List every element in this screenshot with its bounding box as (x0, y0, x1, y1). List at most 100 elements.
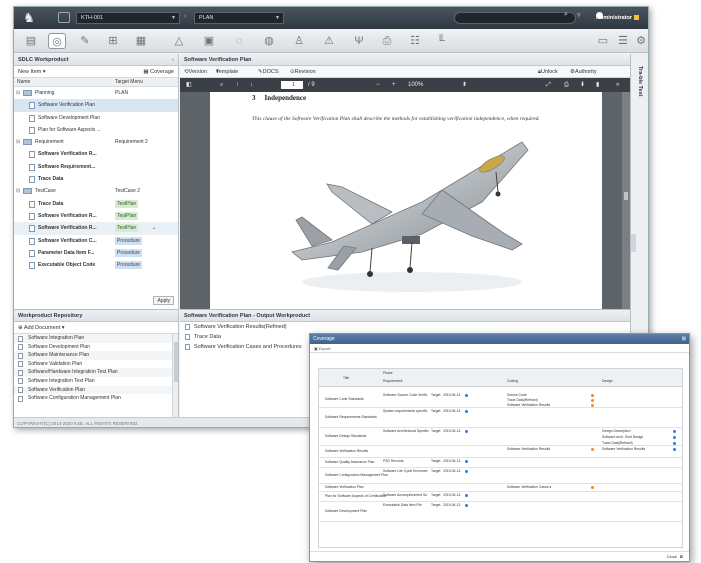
coverage-row-title: Software Requirements Standards (325, 415, 377, 419)
repo-scrollbar[interactable] (172, 334, 178, 418)
zoom-out-icon[interactable]: − (376, 78, 380, 92)
repo-list-item[interactable]: Software Configuration Management Plan (14, 394, 178, 403)
sidebar-toggle-icon[interactable]: ◧ (186, 78, 192, 92)
edit-icon[interactable]: ✎ (76, 33, 94, 49)
pdf-scrollbar[interactable] (622, 92, 630, 309)
repo-list-item[interactable]: Software Integration Plan (14, 334, 178, 343)
print-icon[interactable]: ⎙ (564, 78, 569, 92)
collapse-icon[interactable]: ‹ (172, 54, 174, 66)
tree-item[interactable]: Trace Data TestPlan (14, 198, 178, 210)
document-icon (185, 344, 190, 350)
target-menu-tag[interactable]: TestPlan (115, 224, 139, 233)
top-bar: ♞ KTH-001 ▼ › PLAN ▼ ⌕ ▿ Administrator (14, 7, 648, 29)
expand-icon[interactable]: ⊟ (16, 87, 20, 99)
tree-item[interactable]: Software Verification C... Procedure (14, 235, 178, 247)
repo-list-item[interactable]: Software/Hardware Integration Test Plan (14, 368, 178, 377)
tree-item[interactable]: Software Requirement... (14, 161, 178, 173)
bookmark-icon[interactable]: ▮ (596, 78, 599, 92)
revision-history-button[interactable]: ⊙ Revision History (290, 66, 316, 87)
user-menu[interactable]: Administrator (596, 12, 640, 24)
page-number-input[interactable]: 1 (281, 81, 303, 89)
calendar-icon[interactable]: ▣ (200, 33, 218, 49)
apply-button[interactable]: Apply (153, 296, 174, 305)
scroll-thumb[interactable] (624, 192, 628, 200)
target-menu-tag[interactable]: TestPlan (115, 211, 139, 220)
close-button[interactable]: ⊠ Close (667, 552, 683, 561)
tree-item[interactable]: Software Verification R... TestPlan (14, 210, 178, 222)
branch-icon[interactable]: Ψ (350, 33, 368, 49)
gear-icon[interactable]: ⚙ (632, 33, 648, 49)
fullscreen-icon[interactable]: ⤢ (546, 78, 551, 92)
search-icon[interactable]: ⌕ (220, 78, 223, 92)
phase-select[interactable]: PLAN ▼ (194, 12, 284, 24)
scroll-thumb[interactable] (174, 342, 178, 382)
coverage-button[interactable]: ▦ Coverage (143, 66, 174, 78)
project-icon[interactable] (58, 12, 70, 23)
list-icon[interactable]: ☷ (406, 33, 424, 49)
unlock-button[interactable]: 🔒︎ Unlock (538, 66, 558, 78)
template-select[interactable]: Template ▾ (216, 66, 238, 78)
expand-icon[interactable]: ⊟ (16, 185, 20, 197)
talk-icon[interactable]: ◍ (260, 33, 278, 49)
collapse-handle[interactable] (631, 234, 636, 252)
grid-icon[interactable]: ⊞ (104, 33, 122, 49)
tree-item[interactable]: Software Verification Plan (14, 99, 178, 112)
target-menu-tag[interactable]: Procedure (115, 248, 143, 257)
target-menu-tag[interactable]: Procedure (115, 261, 143, 270)
expand-icon[interactable]: ⊟ (16, 136, 20, 148)
tree-item[interactable]: ⊟ Planning PLAN (14, 87, 178, 99)
target-menu-tag[interactable]: TestPlan (115, 199, 139, 208)
repo-list-item[interactable]: Software Development Plan (14, 343, 178, 352)
user-icon[interactable]: ♙ (290, 33, 308, 49)
output-list-item[interactable]: Software Verification Results(Refined) (180, 322, 630, 332)
print-icon[interactable]: ⎙ (378, 33, 396, 49)
add-document-button[interactable]: ⊕ Add Document ▾ (18, 325, 65, 331)
chart-icon[interactable]: ╙ (432, 33, 450, 49)
tree-item[interactable]: Software Verification R... TestPlan ⌄ (14, 222, 178, 235)
repo-list-item[interactable]: Software Verification Plan (14, 385, 178, 395)
zoom-in-icon[interactable]: + (392, 78, 396, 92)
repo-list-item[interactable]: Software Integration Test Plan (14, 377, 178, 386)
close-icon[interactable]: ⊠ (682, 334, 686, 344)
download-icon[interactable]: ⬇ (580, 78, 585, 92)
tree-item[interactable]: Software Development Plan (14, 112, 178, 124)
chat-icon[interactable]: ◌ (230, 33, 248, 49)
status-dot (465, 459, 468, 463)
export-button[interactable]: ▣ Export (314, 346, 330, 351)
zoom-select-icon[interactable]: ⬍ (462, 78, 467, 92)
tree-item[interactable]: Software Verification R... (14, 148, 178, 160)
version-button[interactable]: ⟲ Version (184, 66, 207, 78)
tree-item[interactable]: Parameter Data Item F... Procedure (14, 247, 178, 259)
window-icon[interactable]: ▭ (594, 33, 612, 49)
filter-icon[interactable]: ▿ (577, 11, 581, 19)
tree-item[interactable]: Executable Object Code Procedure (14, 259, 178, 271)
search-input[interactable] (454, 12, 576, 24)
page-up-icon[interactable]: ↑ (236, 78, 239, 92)
tree-item[interactable]: Plan for Software Aspects ... (14, 124, 178, 136)
docs-button[interactable]: ✎ DOCS (258, 66, 279, 78)
tree-item[interactable]: ⊟ TestCase TestCase 2 (14, 185, 178, 197)
alert-icon[interactable]: ⚠ (320, 33, 338, 49)
chevron-down-icon[interactable]: ⌄ (152, 222, 156, 234)
zoom-level[interactable]: 100% (408, 78, 423, 92)
new-item-button[interactable]: New Item ▾ (18, 69, 46, 75)
project-select[interactable]: KTH-001 ▼ (76, 12, 180, 24)
repo-list-item[interactable]: Software Maintenance Plan (14, 351, 178, 360)
authority-setting-button[interactable]: ⚙ Authority Setting (570, 66, 597, 87)
layout-icon[interactable]: ☰ (614, 33, 632, 49)
coverage-row-divider (319, 445, 682, 446)
camel-logo-icon[interactable]: ♞ (20, 10, 38, 26)
repo-list-item[interactable]: Software Validation Plan (14, 360, 178, 369)
tree-item[interactable]: Trace Data (14, 173, 178, 185)
more-icon[interactable]: » (616, 78, 619, 92)
search-icon[interactable]: ⌕ (564, 11, 568, 19)
table-icon[interactable]: ▦ (132, 33, 150, 49)
warning-icon[interactable]: △ (170, 33, 188, 49)
page-down-icon[interactable]: ↓ (250, 78, 253, 92)
target-menu-tag[interactable]: Procedure (115, 236, 143, 245)
dashboard-icon[interactable]: ▤ (22, 33, 40, 49)
compass-icon[interactable]: ◎ (48, 33, 66, 49)
tree-item[interactable]: ⊟ Requirement Requirement 2 (14, 136, 178, 148)
repo-list: Software Integration Plan Software Develo… (14, 334, 178, 403)
pdf-viewer[interactable]: 3 Independence This clause of the Softwar… (180, 92, 630, 309)
